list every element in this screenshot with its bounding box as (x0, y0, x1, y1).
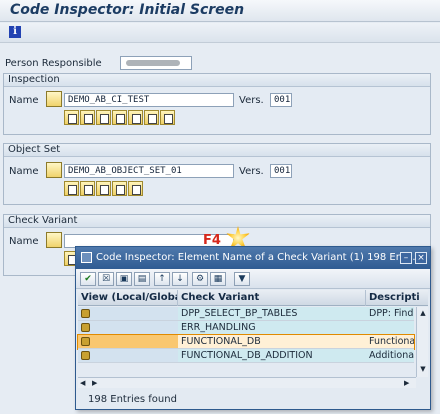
object-set-group-header: Object Set (4, 144, 430, 157)
view-cell (78, 307, 178, 320)
object-set-copy-button[interactable] (112, 181, 127, 196)
object-set-delete-button[interactable] (128, 181, 143, 196)
inspection-name-label: Name (9, 95, 39, 106)
table-row[interactable]: ERR_HANDLING (78, 321, 414, 335)
scroll-up-icon[interactable]: ▲ (419, 309, 427, 317)
object-set-new-button[interactable] (80, 181, 95, 196)
sort-descending-icon[interactable]: ↓ (172, 272, 188, 286)
key-icon (81, 337, 90, 346)
view-cell (78, 349, 178, 362)
description-cell: DPP: Find (366, 307, 414, 320)
minimize-icon[interactable]: – (400, 252, 412, 264)
scroll-right-icon[interactable]: ▶ (92, 379, 100, 387)
key-icon (81, 351, 90, 360)
variant-cell: DPP_SELECT_BP_TABLES (178, 307, 366, 320)
dialog-title-bar: Code Inspector: Element Name of a Check … (76, 247, 430, 269)
layout-icon[interactable]: ▦ (210, 272, 226, 286)
object-set-create-button[interactable] (46, 162, 62, 178)
inspection-delete-button[interactable] (144, 110, 159, 125)
inspection-name-input[interactable]: DEMO_AB_CI_TEST (64, 93, 234, 107)
column-header-view[interactable]: View (Local/Global) (78, 290, 178, 306)
page-title: Code Inspector: Initial Screen (10, 2, 245, 18)
dialog-title: Code Inspector: Element Name of a Check … (96, 252, 416, 263)
column-header-description[interactable]: Descripti (366, 290, 428, 306)
confirm-check-icon[interactable]: ✔ (80, 272, 96, 286)
person-responsible-field[interactable] (120, 56, 192, 70)
scroll-down-icon[interactable]: ▼ (419, 365, 427, 373)
inspection-vers-label: Vers. (239, 95, 264, 106)
sort-ascending-icon[interactable]: ↑ (154, 272, 170, 286)
cancel-icon[interactable]: ☒ (98, 272, 114, 286)
person-responsible-label: Person Responsible (5, 58, 102, 69)
check-variant-group-header: Check Variant (4, 215, 430, 228)
object-set-vers-label: Vers. (239, 166, 264, 177)
application-toolbar: i (0, 23, 440, 43)
object-set-edit-button[interactable] (96, 181, 111, 196)
filter-icon[interactable]: ▼ (234, 272, 250, 286)
variant-cell: FUNCTIONAL_DB (178, 335, 366, 348)
info-icon[interactable]: i (9, 26, 21, 38)
dialog-toolbar: ✔ ☒ ▣ ▤ ↑ ↓ ⚙ ▦ ▼ (76, 269, 430, 289)
inspection-results-button[interactable] (160, 110, 175, 125)
object-set-display-button[interactable] (64, 181, 79, 196)
find-next-icon[interactable]: ▤ (134, 272, 150, 286)
view-cell (78, 321, 178, 334)
window-icon (81, 252, 92, 263)
vertical-scrollbar[interactable]: ▲ ▼ (416, 307, 428, 377)
column-header-check-variant[interactable]: Check Variant (178, 290, 366, 306)
key-icon (81, 323, 90, 332)
key-icon (81, 309, 90, 318)
object-set-name-label: Name (9, 166, 39, 177)
table-row[interactable]: FUNCTIONAL_DB_ADDITION Additional (78, 349, 414, 363)
status-text: 198 Entries found (88, 394, 177, 405)
object-set-name-input[interactable]: DEMO_AB_OBJECT_SET_01 (64, 164, 234, 178)
inspection-copy-button[interactable] (112, 110, 127, 125)
inspection-vers-input[interactable]: 001 (270, 93, 292, 107)
title-bar: Code Inspector: Initial Screen (0, 0, 440, 22)
table-row-selected[interactable]: FUNCTIONAL_DB Functiona (77, 334, 415, 350)
scroll-end-icon[interactable]: ▶ (404, 379, 412, 387)
check-variant-create-button[interactable] (46, 232, 62, 248)
variant-cell: ERR_HANDLING (178, 321, 366, 334)
variant-cell: FUNCTIONAL_DB_ADDITION (178, 349, 366, 362)
inspection-group-header: Inspection (4, 74, 430, 87)
description-cell (366, 321, 414, 334)
check-variant-name-label: Name (9, 236, 39, 247)
inspection-transport-button[interactable] (128, 110, 143, 125)
object-set-vers-input[interactable]: 001 (270, 164, 292, 178)
scroll-left-icon[interactable]: ◀ (80, 379, 88, 387)
find-icon[interactable]: ▣ (116, 272, 132, 286)
horizontal-scrollbar[interactable]: ◀ ▶ ▶ (78, 377, 416, 388)
value-help-dialog: Code Inspector: Element Name of a Check … (75, 246, 431, 410)
description-cell: Additional (366, 349, 414, 362)
settings-icon[interactable]: ⚙ (192, 272, 208, 286)
view-cell (78, 335, 178, 348)
inspection-edit-button[interactable] (96, 110, 111, 125)
result-table-header: View (Local/Global) Check Variant Descri… (78, 290, 428, 306)
inspection-display-button[interactable] (64, 110, 79, 125)
description-cell: Functiona (366, 335, 414, 348)
close-icon[interactable]: × (415, 252, 427, 264)
inspection-new-button[interactable] (80, 110, 95, 125)
table-row[interactable]: DPP_SELECT_BP_TABLES DPP: Find (78, 307, 414, 321)
inspection-create-button[interactable] (46, 91, 62, 107)
